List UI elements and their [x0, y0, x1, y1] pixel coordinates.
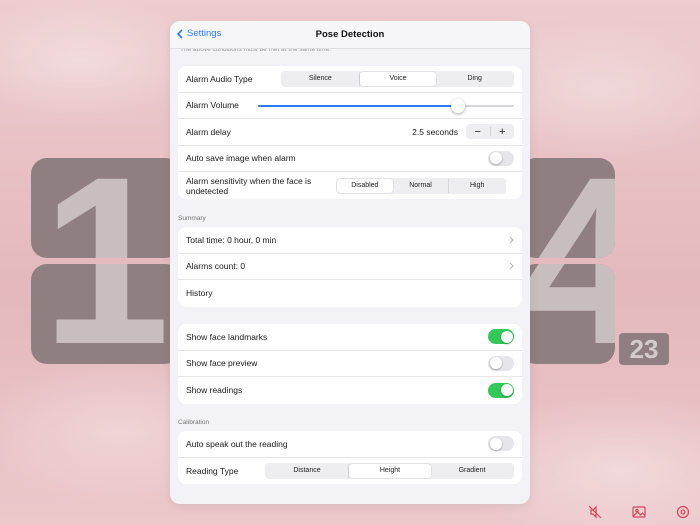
alarm-volume-slider[interactable] [258, 98, 514, 113]
alarm-delay-label: Alarm delay [186, 126, 231, 137]
alarm-volume-thumb[interactable] [450, 98, 465, 113]
clock-seconds: 23 [619, 333, 669, 365]
alarm-audio-type-segmented: Silence Voice Ding [281, 70, 514, 87]
alarms-count-label: Alarms count: 0 [186, 261, 246, 272]
auto-save-row: Auto save image when alarm [178, 146, 522, 172]
show-face-preview-row: Show face preview [178, 351, 522, 377]
auto-speak-label: Auto speak out the reading [186, 438, 288, 449]
segment-height[interactable]: Height [349, 463, 431, 478]
history-label: History [186, 288, 213, 299]
auto-save-label: Auto save image when alarm [186, 153, 296, 164]
back-button[interactable]: Settings [176, 28, 221, 39]
segment-voice[interactable]: Voice [359, 71, 437, 86]
summary-group: Total time: 0 hour, 0 min Alarms count: … [178, 227, 522, 307]
alarm-sensitivity-row: Alarm sensitivity when the face is undet… [178, 172, 522, 199]
clock-hour-digit-top: 1 [42, 158, 170, 258]
clock-hour-tile-bottom: 1 [31, 264, 181, 364]
scrolled-footnote: The above conditions must be met at the … [180, 49, 332, 53]
increment-button[interactable]: + [491, 124, 515, 139]
chevron-right-icon [509, 236, 514, 244]
reading-type-segmented: Distance Height Gradient [265, 462, 514, 479]
alarm-sensitivity-label: Alarm sensitivity when the face is undet… [186, 175, 312, 196]
display-settings-group: Show face landmarks Show face preview Sh… [178, 324, 522, 404]
pose-detection-modal: Settings Pose Detection The above condit… [170, 21, 530, 504]
reading-type-label: Reading Type [186, 465, 239, 476]
page-title: Pose Detection [315, 29, 385, 40]
clock-hour-tile-top: 1 [31, 158, 181, 258]
bottom-toolbar [588, 505, 690, 519]
show-readings-row: Show readings [178, 377, 522, 404]
alarm-audio-type-row: Alarm Audio Type Silence Voice Ding [178, 66, 522, 93]
chevron-left-icon [176, 28, 183, 39]
clock-minute-tile-bottom: 4 [520, 264, 615, 364]
segment-high[interactable]: High [449, 179, 505, 193]
alarm-sensitivity-segmented: Disabled Normal High [336, 177, 506, 194]
segment-silence[interactable]: Silence [282, 71, 360, 86]
back-button-label: Settings [187, 28, 222, 39]
show-face-preview-label: Show face preview [186, 358, 258, 369]
photo-icon[interactable] [632, 505, 646, 519]
alarm-delay-stepper: − + [466, 124, 515, 140]
calibration-header: Calibration [178, 419, 210, 426]
show-face-preview-toggle[interactable] [488, 355, 514, 371]
alarm-delay-row: Alarm delay 2.5 seconds − + [178, 119, 522, 146]
total-time-label: Total time: 0 hour, 0 min [186, 234, 277, 245]
total-time-row[interactable]: Total time: 0 hour, 0 min [178, 227, 522, 254]
auto-speak-toggle[interactable] [488, 436, 514, 452]
segment-gradient[interactable]: Gradient [431, 464, 513, 478]
show-face-landmarks-row: Show face landmarks [178, 324, 522, 351]
segment-distance[interactable]: Distance [266, 463, 349, 478]
show-face-landmarks-label: Show face landmarks [186, 331, 268, 342]
show-readings-label: Show readings [186, 385, 243, 396]
alarm-delay-value: 2.5 seconds [412, 126, 458, 137]
alarm-volume-row: Alarm Volume [178, 93, 522, 119]
segment-disabled[interactable]: Disabled [337, 178, 393, 193]
reading-type-row: Reading Type Distance Height Gradient [178, 458, 522, 485]
auto-speak-row: Auto speak out the reading [178, 431, 522, 458]
gear-icon[interactable] [676, 505, 690, 519]
clock-minute-tile-top: 4 [520, 158, 615, 258]
history-row[interactable]: History [178, 280, 522, 307]
alarm-volume-fill [258, 104, 458, 107]
auto-save-toggle[interactable] [488, 150, 514, 166]
alarm-settings-group: Alarm Audio Type Silence Voice Ding Alar… [178, 66, 522, 199]
chevron-right-icon [509, 262, 514, 270]
segment-normal[interactable]: Normal [393, 178, 450, 193]
segment-ding[interactable]: Ding [436, 72, 513, 86]
clock-hour-digit-bottom: 1 [42, 264, 170, 364]
alarm-audio-type-label: Alarm Audio Type [186, 73, 253, 84]
decrement-button[interactable]: − [466, 124, 490, 139]
summary-header: Summary [178, 215, 206, 222]
calibration-group: Auto speak out the reading Reading Type … [178, 431, 522, 484]
mute-icon[interactable] [588, 505, 602, 519]
show-readings-toggle[interactable] [488, 382, 514, 398]
clock-minute-digit-top: 4 [520, 158, 615, 258]
show-face-landmarks-toggle[interactable] [488, 329, 514, 345]
clock-minute-digit-bottom: 4 [520, 264, 615, 364]
navigation-bar: Settings Pose Detection [170, 21, 530, 49]
alarms-count-row[interactable]: Alarms count: 0 [178, 254, 522, 280]
